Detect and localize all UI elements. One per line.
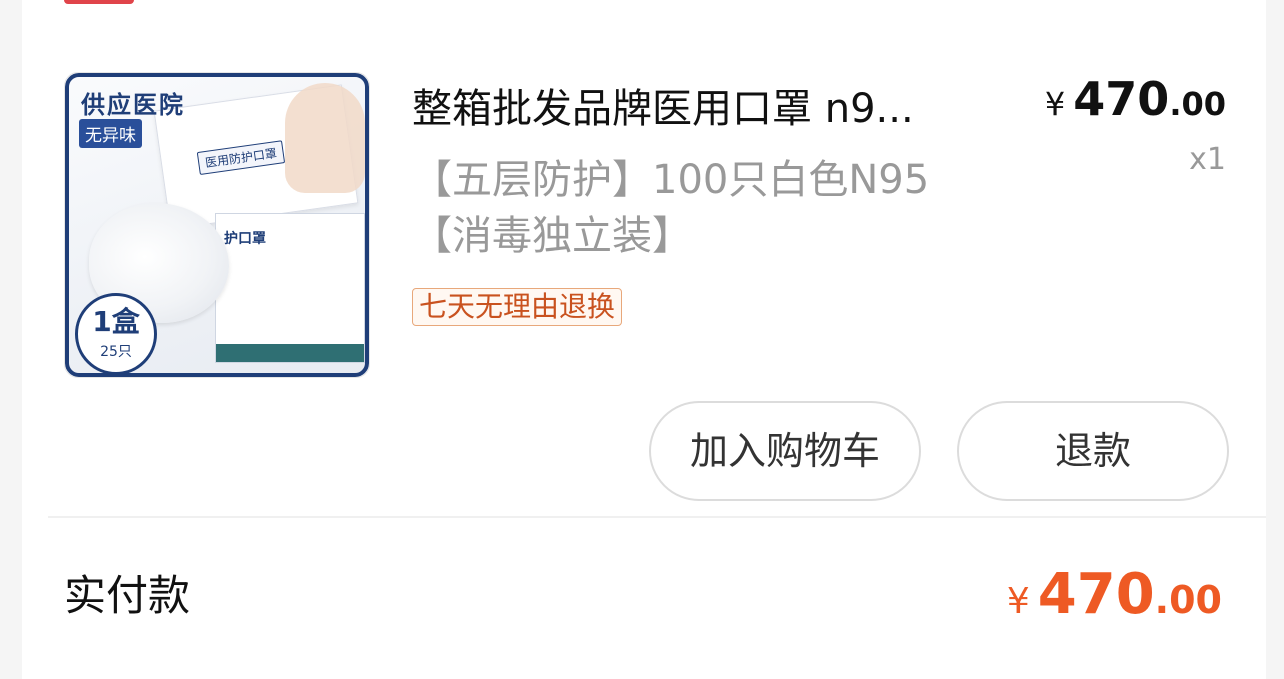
currency-symbol: ¥	[1044, 85, 1066, 123]
refund-button[interactable]: 退款	[957, 401, 1229, 501]
sku-spec: 【五层防护】100只白色N95【消毒独立装】	[412, 157, 930, 259]
paid-amount: ¥470.00	[1007, 562, 1222, 627]
price-decimal: .00	[1169, 85, 1226, 123]
paid-integer: 470	[1037, 562, 1155, 627]
product-title[interactable]: 整箱批发品牌医用口罩 n9...	[412, 76, 1012, 134]
add-to-cart-button[interactable]: 加入购物车	[649, 401, 921, 501]
paid-label: 实付款	[64, 571, 191, 620]
quantity: x1	[1189, 142, 1226, 177]
price-integer: 470	[1073, 72, 1170, 126]
paid-decimal: .00	[1154, 578, 1222, 622]
paid-currency-symbol: ¥	[1006, 581, 1030, 622]
divider	[48, 516, 1266, 518]
top-tag-decoration	[64, 0, 134, 4]
image-frame	[65, 73, 369, 377]
product-image[interactable]: 医用防护口罩 护口罩 供应医院 无异味 1盒 25只	[64, 72, 370, 378]
service-tag: 七天无理由退换	[412, 288, 623, 326]
unit-price: ¥470.00	[1045, 72, 1226, 126]
